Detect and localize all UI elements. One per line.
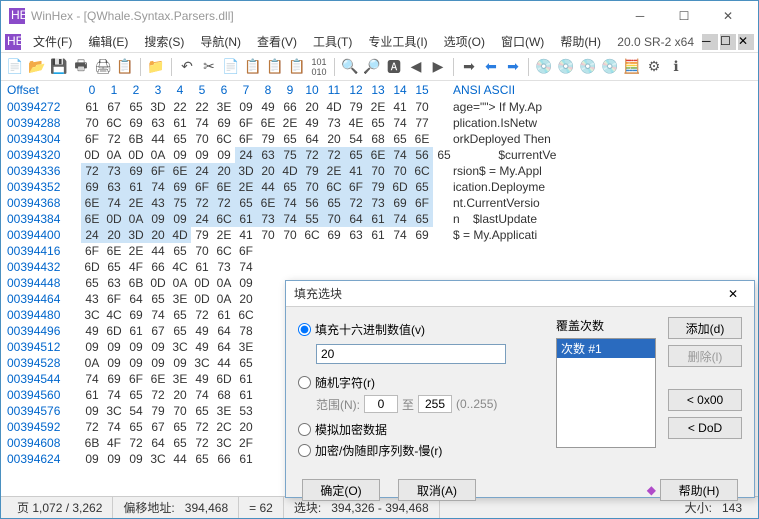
binary-icon[interactable]: 101010 — [309, 57, 329, 77]
paste2-icon[interactable]: 📋 — [287, 57, 307, 77]
disk3-icon[interactable]: 💿 — [578, 57, 598, 77]
menu-item[interactable]: 专业工具(I) — [360, 33, 435, 51]
hex-row[interactable]: 003943686E742E43757272656E7456657273696F… — [1, 195, 758, 211]
passes-listbox[interactable]: 次数 #1 — [556, 338, 656, 448]
paste-icon[interactable]: 📋 — [265, 57, 285, 77]
hex-value-input[interactable] — [316, 344, 506, 364]
mdi-close-button[interactable]: ✕ — [738, 34, 754, 50]
back-icon[interactable]: ⬅ — [481, 57, 501, 77]
svg-text:HEX: HEX — [7, 34, 21, 48]
findhex-icon[interactable]: 🔎 — [362, 57, 382, 77]
dod-button[interactable]: < DoD — [668, 417, 742, 439]
svg-text:HEX: HEX — [11, 8, 25, 22]
hex-row[interactable]: 0039440024203D204D792E4170706C6963617469… — [1, 227, 758, 243]
hex-row[interactable]: 003942726167653D22223E094966204D792E4170… — [1, 99, 758, 115]
open-icon[interactable]: 📂 — [27, 57, 47, 77]
hex-header: Offset 0123456789101112131415 ANSI ASCII — [1, 81, 758, 99]
saveas-icon[interactable]: 🖶 — [71, 57, 91, 77]
info-icon[interactable]: ℹ — [666, 57, 686, 77]
dialog-titlebar: 填充选块 ✕ — [286, 281, 754, 307]
menu-item[interactable]: 编辑(E) — [80, 33, 136, 51]
cancel-button[interactable]: 取消(A) — [398, 479, 476, 501]
minimize-button[interactable]: ─ — [618, 2, 662, 30]
disk1-icon[interactable]: 💿 — [534, 57, 554, 77]
offset-header: Offset — [7, 83, 81, 97]
version-label: 20.0 SR-2 x64 — [611, 35, 700, 49]
folder-icon[interactable]: 📁 — [146, 57, 166, 77]
range-to-input[interactable] — [418, 395, 452, 413]
menu-item[interactable]: 查看(V) — [249, 33, 305, 51]
findprev-icon[interactable]: ◀ — [406, 57, 426, 77]
add-button[interactable]: 添加(d) — [668, 317, 742, 339]
toolbar: 📄 📂 💾 🖶 🖨 📋 📁 ↶ ✂ 📄 📋 📋 📋 101010 🔍 🔎 🅰 ◀… — [1, 53, 758, 81]
menu-item[interactable]: 工具(T) — [305, 33, 360, 51]
find-icon[interactable]: 🔍 — [340, 57, 360, 77]
props-icon[interactable]: 📋 — [115, 57, 135, 77]
calc-icon[interactable]: 🧮 — [622, 57, 642, 77]
mdi-max-button[interactable]: ☐ — [720, 34, 736, 50]
help-icon: ◆ — [647, 483, 656, 497]
range-row: 范围(N): 至 (0..255) — [316, 395, 544, 413]
titlebar: HEX WinHex - [QWhale.Syntax.Parsers.dll]… — [1, 1, 758, 31]
gear-icon[interactable]: ⚙ — [644, 57, 664, 77]
menu-item[interactable]: 帮助(H) — [552, 33, 609, 51]
ascii-header: ANSI ASCII — [453, 83, 752, 97]
range-from-input[interactable] — [364, 395, 398, 413]
list-item[interactable]: 次数 #1 — [557, 339, 655, 358]
offset-eq: = 62 — [239, 497, 284, 518]
hex-row[interactable]: 003943367273696F6E24203D204D792E4170706C… — [1, 163, 758, 179]
radio-encrypt-slow[interactable]: 加密/伪随即序列数-慢(r) — [298, 442, 544, 459]
radio-fill-hex[interactable]: 填充十六进制数值(v) — [298, 321, 544, 338]
menu-item[interactable]: 窗口(W) — [493, 33, 552, 51]
hex-row[interactable]: 0039435269636174696F6E2E4465706C6F796D65… — [1, 179, 758, 195]
goto-icon[interactable]: ➡ — [459, 57, 479, 77]
new-icon[interactable]: 📄 — [5, 57, 25, 77]
hex-row[interactable]: 003943046F726B4465706C6F796564205468656E… — [1, 131, 758, 147]
page-indicator: 页 1,072 / 3,262 — [7, 497, 113, 518]
offset-cell: 偏移地址: 394,468 — [113, 497, 239, 518]
menu-item[interactable]: 文件(F) — [25, 33, 80, 51]
ok-button[interactable]: 确定(O) — [302, 479, 380, 501]
dialog-title: 填充选块 — [294, 285, 720, 302]
print-icon[interactable]: 🖨 — [93, 57, 113, 77]
menu-item[interactable]: 搜索(S) — [136, 33, 192, 51]
hex-row[interactable]: 003943846E0D0A0909246C617374557064617465… — [1, 211, 758, 227]
menu-item[interactable]: 导航(N) — [192, 33, 249, 51]
cut-icon[interactable]: ✂ — [199, 57, 219, 77]
findtext-icon[interactable]: 🅰 — [384, 57, 404, 77]
clip-icon[interactable]: 📋 — [243, 57, 263, 77]
hex-row[interactable]: 003944326D654F664C617374 — [1, 259, 758, 275]
menu-item[interactable]: 选项(O) — [436, 33, 493, 51]
mdi-min-button[interactable]: ─ — [702, 34, 718, 50]
doc-icon: HEX — [5, 34, 21, 50]
radio-simulate-encrypt[interactable]: 模拟加密数据 — [298, 421, 544, 438]
overwrite-count-label: 覆盖次数 — [556, 317, 656, 334]
copy-icon[interactable]: 📄 — [221, 57, 241, 77]
hex-row[interactable]: 003944166F6E2E4465706C6F — [1, 243, 758, 259]
fill-block-dialog: 填充选块 ✕ 填充十六进制数值(v) 随机字符(r) 范围(N): 至 (0..… — [285, 280, 755, 498]
radio-random[interactable]: 随机字符(r) — [298, 374, 544, 391]
dialog-close-button[interactable]: ✕ — [720, 282, 746, 306]
maximize-button[interactable]: ☐ — [662, 2, 706, 30]
hex-row[interactable]: 003943200D0A0D0A0909092463757272656E7456… — [1, 147, 758, 163]
close-button[interactable]: ✕ — [706, 2, 750, 30]
undo-icon[interactable]: ↶ — [177, 57, 197, 77]
save-icon[interactable]: 💾 — [49, 57, 69, 77]
menubar: HEX 文件(F)编辑(E)搜索(S)导航(N)查看(V)工具(T)专业工具(I… — [1, 31, 758, 53]
delete-button[interactable]: 删除(l) — [668, 345, 742, 367]
fwd-icon[interactable]: ➡ — [503, 57, 523, 77]
zero-button[interactable]: < 0x00 — [668, 389, 742, 411]
help-button[interactable]: 帮助(H) — [660, 479, 738, 501]
hex-row[interactable]: 00394288706C69636174696F6E2E49734E657477… — [1, 115, 758, 131]
findnext-icon[interactable]: ▶ — [428, 57, 448, 77]
window-title: WinHex - [QWhale.Syntax.Parsers.dll] — [31, 9, 618, 23]
disk2-icon[interactable]: 💿 — [556, 57, 576, 77]
disk4-icon[interactable]: 💿 — [600, 57, 620, 77]
app-icon: HEX — [9, 8, 25, 24]
